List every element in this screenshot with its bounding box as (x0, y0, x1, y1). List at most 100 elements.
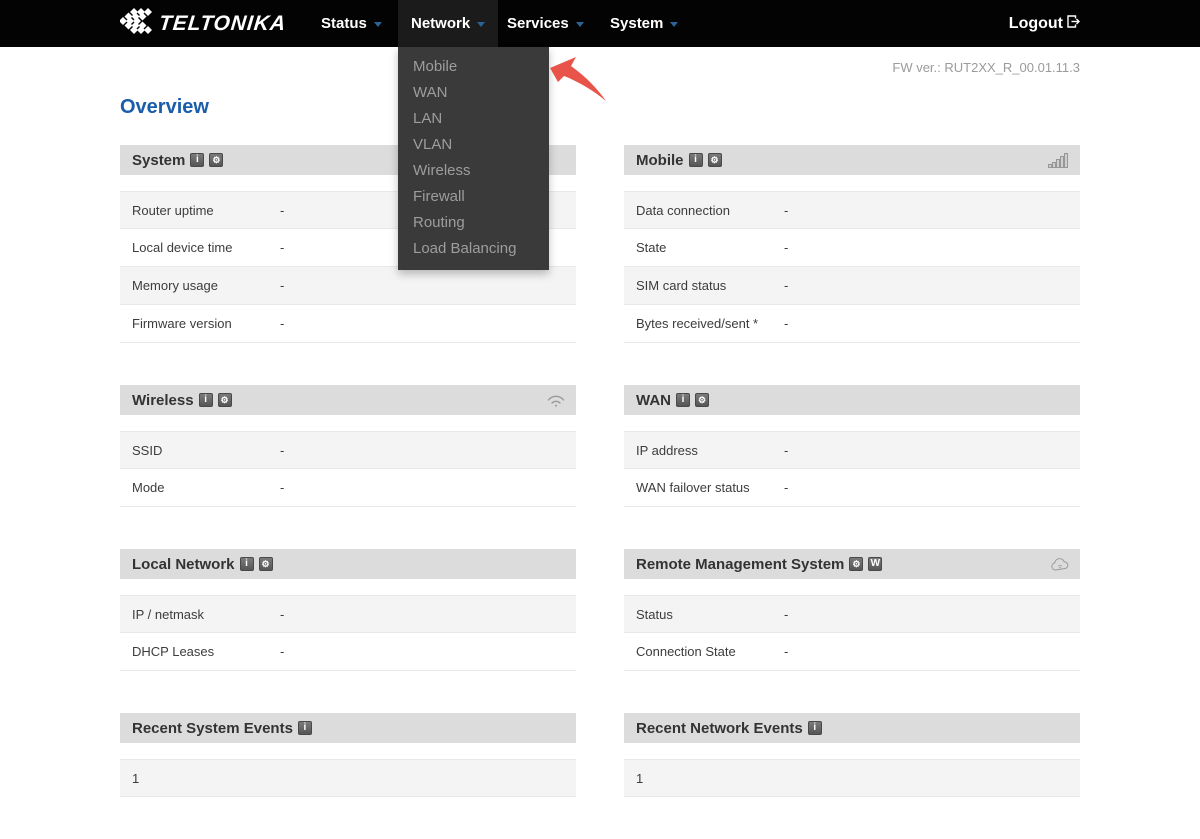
panel-title: Recent Network Events (636, 719, 803, 737)
row-label: Firmware version (132, 316, 232, 331)
table-row: Status - (624, 595, 1080, 633)
row-label: Memory usage (132, 278, 218, 293)
wifi-icon (546, 393, 566, 408)
teltonika-logo: TELTONIKA (119, 8, 288, 39)
nav-item-label: Services (507, 15, 569, 32)
logout-label: Logout (1008, 15, 1063, 32)
panel-wireless: Wireless i ⚙ SSID - Mode - (120, 385, 576, 507)
dropdown-item-vlan[interactable]: VLAN (398, 132, 549, 158)
chevron-down-icon (477, 22, 486, 27)
gear-icon[interactable]: ⚙ (217, 393, 232, 407)
panel-remote-management-system: Remote Management System ⚙ W Status - Con… (624, 549, 1080, 671)
row-label: Data connection (636, 202, 730, 218)
wlan-badge-icon[interactable]: W (868, 557, 883, 571)
gear-icon[interactable]: ⚙ (707, 153, 722, 167)
nav-item-network[interactable]: Network (398, 0, 499, 47)
nav-item-label: System (610, 15, 664, 32)
info-icon[interactable]: i (198, 393, 213, 407)
chevron-down-icon (373, 22, 382, 27)
panel-recent-system-events: Recent System Events i 1 (120, 713, 576, 797)
nav-item-status[interactable]: Status (308, 0, 395, 47)
panel-mobile: Mobile i ⚙ Data connection - State - SIM… (624, 145, 1080, 343)
panel-title: Mobile (636, 151, 684, 169)
dropdown-item-firewall[interactable]: Firewall (398, 184, 549, 210)
top-navbar: TELTONIKA Status Network Services System… (0, 0, 1200, 47)
row-label: Status (636, 606, 673, 622)
gear-icon[interactable]: ⚙ (258, 557, 273, 571)
annotation-arrow (549, 56, 607, 107)
panel-wan: WAN i ⚙ IP address - WAN failover status - (624, 385, 1080, 507)
row-value: - (784, 202, 789, 218)
table-row: Memory usage - (120, 267, 576, 305)
info-icon[interactable]: i (676, 393, 690, 407)
row-value: - (280, 278, 285, 293)
row-label: Bytes received/sent * (636, 316, 759, 331)
info-icon[interactable]: i (239, 557, 254, 571)
panel-title: WAN (636, 391, 671, 409)
table-row: 1 (624, 759, 1080, 797)
row-value: - (784, 278, 789, 293)
dropdown-item-wireless[interactable]: Wireless (398, 158, 549, 184)
logout-icon (1063, 0, 1080, 47)
row-label: Connection State (636, 644, 736, 659)
signal-strength-icon (1048, 152, 1070, 168)
table-row: WAN failover status - (624, 469, 1080, 507)
row-label: SIM card status (636, 278, 727, 293)
row-value: - (280, 316, 285, 331)
panel-title: Local Network (132, 555, 235, 573)
teltonika-chevrons-icon (119, 8, 154, 39)
table-row: Mode - (120, 469, 576, 507)
table-row: Connection State - (624, 633, 1080, 671)
main-content: FW ver.: RUT2XX_R_00.01.11.3 Overview Sy… (120, 0, 1080, 839)
row-value: - (784, 644, 789, 659)
right-column: Mobile i ⚙ Data connection - State - SIM… (624, 145, 1080, 839)
row-label: 1 (132, 770, 140, 786)
table-row: SSID - (120, 431, 576, 469)
row-value: - (784, 240, 789, 255)
table-row: SIM card status - (624, 267, 1080, 305)
cloud-icon (1050, 557, 1070, 572)
dropdown-item-routing[interactable]: Routing (398, 210, 549, 236)
panel-title: System (132, 151, 186, 169)
info-icon[interactable]: i (297, 721, 312, 735)
chevron-down-icon (575, 22, 584, 27)
row-label: 1 (636, 770, 644, 786)
row-label: DHCP Leases (132, 644, 215, 659)
brand-name: TELTONIKA (157, 11, 288, 35)
panel-local-network: Local Network i ⚙ IP / netmask - DHCP Lea… (120, 549, 576, 671)
info-icon[interactable]: i (190, 153, 205, 167)
dropdown-item-mobile[interactable]: Mobile (398, 54, 549, 80)
nav-item-services[interactable]: Services (494, 0, 597, 47)
dropdown-item-lan[interactable]: LAN (398, 106, 549, 132)
info-icon[interactable]: i (807, 721, 822, 735)
dropdown-item-wan[interactable]: WAN (398, 80, 549, 106)
panel-title: Recent System Events (132, 719, 293, 737)
nav-item-label: Network (411, 15, 471, 32)
table-row: Bytes received/sent * - (624, 305, 1080, 343)
dropdown-item-load-balancing[interactable]: Load Balancing (398, 236, 549, 262)
table-row: IP / netmask - (120, 595, 576, 633)
row-value: - (784, 606, 789, 622)
row-label: IP / netmask (132, 606, 205, 622)
panel-title: Wireless (132, 391, 194, 409)
row-value: - (784, 316, 789, 331)
row-label: SSID (132, 442, 163, 458)
panel-title: Remote Management System (636, 555, 845, 573)
gear-icon[interactable]: ⚙ (695, 393, 709, 407)
info-icon[interactable]: i (688, 153, 703, 167)
row-value: - (280, 480, 285, 495)
chevron-down-icon (670, 22, 679, 27)
row-label: WAN failover status (636, 480, 750, 495)
logout-button[interactable]: Logout (1009, 0, 1080, 47)
nav-item-system[interactable]: System (597, 0, 691, 47)
nav-item-label: Status (321, 15, 367, 32)
panel-recent-network-events: Recent Network Events i 1 (624, 713, 1080, 797)
table-row: 1 (120, 759, 576, 797)
row-value: - (280, 606, 285, 622)
row-value: - (280, 442, 285, 458)
row-label: IP address (636, 442, 698, 458)
table-row: IP address - (624, 431, 1080, 469)
gear-icon[interactable]: ⚙ (209, 153, 224, 167)
row-value: - (280, 644, 285, 659)
gear-icon[interactable]: ⚙ (849, 557, 864, 571)
